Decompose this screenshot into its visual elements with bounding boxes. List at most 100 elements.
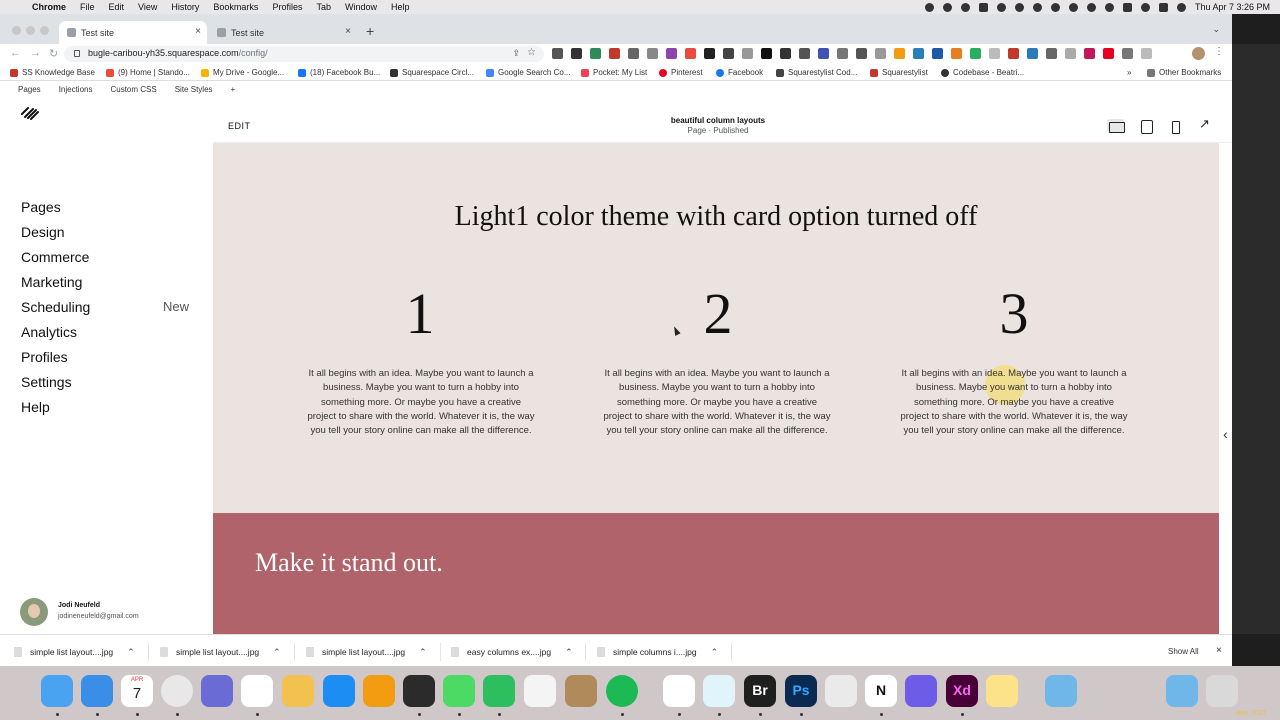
chrome-icon[interactable] bbox=[161, 675, 193, 707]
show-all-button[interactable]: Show All bbox=[1168, 647, 1199, 656]
add-link-icon[interactable]: + bbox=[231, 85, 236, 94]
minimize-window-button[interactable] bbox=[26, 26, 35, 35]
user-icon[interactable] bbox=[1086, 2, 1096, 12]
extension-icon[interactable] bbox=[552, 48, 563, 59]
paint-extension-icon[interactable] bbox=[609, 48, 620, 59]
text-extension-icon[interactable] bbox=[723, 48, 734, 59]
user-name[interactable]: Jodi Neufeld bbox=[58, 602, 100, 609]
sidebar-item-settings[interactable]: Settings bbox=[21, 374, 72, 390]
new-tab-button[interactable]: + bbox=[366, 23, 374, 39]
sidebar-item-commerce[interactable]: Commerce bbox=[21, 249, 89, 265]
bbedit-icon[interactable] bbox=[905, 675, 937, 707]
kebab-menu-icon[interactable]: ⋮ bbox=[1214, 46, 1224, 57]
menu-help[interactable]: Help bbox=[391, 2, 410, 12]
password-icon[interactable] bbox=[996, 2, 1006, 12]
bookmark-star-icon[interactable]: ☆ bbox=[527, 47, 536, 58]
blue-extension-icon[interactable] bbox=[1027, 48, 1038, 59]
eye-extension-icon[interactable] bbox=[875, 48, 886, 59]
bookmark-item[interactable]: Squarestylist Cod... bbox=[776, 68, 857, 77]
webflow-icon[interactable] bbox=[703, 675, 735, 707]
desktop-view-button[interactable] bbox=[1107, 119, 1125, 133]
calendar-icon[interactable]: APR 7 bbox=[121, 675, 153, 707]
wifi-icon[interactable] bbox=[1068, 2, 1078, 12]
help-icon[interactable] bbox=[1085, 675, 1117, 707]
top-link-site-styles[interactable]: Site Styles bbox=[175, 85, 213, 94]
launchpad-icon[interactable] bbox=[201, 675, 233, 707]
close-icon[interactable]: × bbox=[1216, 645, 1222, 656]
siri-icon[interactable] bbox=[1176, 2, 1186, 12]
clock-icon[interactable] bbox=[1104, 2, 1114, 12]
column-text-3[interactable]: It all begins with an idea. Maybe you wa… bbox=[899, 367, 1129, 438]
address-bar[interactable]: bugle-caribou-yh35.squarespace.com/confi… bbox=[64, 46, 544, 62]
section-heading[interactable]: Light1 color theme with card option turn… bbox=[213, 201, 1219, 233]
clipboard-icon[interactable] bbox=[978, 2, 988, 12]
notes-pen-icon[interactable] bbox=[524, 675, 556, 707]
open-site-arrow-icon[interactable]: ↗ bbox=[1199, 116, 1217, 131]
chevron-left-icon[interactable]: ‹ bbox=[1219, 426, 1232, 450]
close-tab-icon[interactable]: × bbox=[345, 26, 351, 37]
sidebar-item-profiles[interactable]: Profiles bbox=[21, 349, 68, 365]
function-extension-icon[interactable] bbox=[628, 48, 639, 59]
bookmark-item[interactable]: Facebook bbox=[716, 68, 763, 77]
bookmark-item[interactable]: Pocket: My List bbox=[581, 68, 647, 77]
notes-icon[interactable] bbox=[986, 675, 1018, 707]
messages-icon[interactable] bbox=[443, 675, 475, 707]
ruler-extension-icon[interactable] bbox=[742, 48, 753, 59]
applications-folder-icon[interactable] bbox=[1045, 675, 1077, 707]
downloads-folder-icon[interactable] bbox=[1166, 675, 1198, 707]
share-icon[interactable]: ⇪ bbox=[512, 48, 520, 59]
color-extension-icon[interactable] bbox=[666, 48, 677, 59]
t-extension-icon[interactable] bbox=[913, 48, 924, 59]
bridge-icon[interactable]: Br bbox=[744, 675, 776, 707]
square-extension-icon[interactable] bbox=[932, 48, 943, 59]
extensions-puzzle-icon[interactable] bbox=[1122, 48, 1133, 59]
bookmark-item[interactable]: SS Knowledge Base bbox=[10, 68, 95, 77]
moon-icon[interactable] bbox=[1032, 2, 1042, 12]
pages-icon[interactable] bbox=[363, 675, 395, 707]
top-link-custom-css[interactable]: Custom CSS bbox=[110, 85, 156, 94]
n-blue-extension-icon[interactable] bbox=[818, 48, 829, 59]
contacts-icon[interactable] bbox=[565, 675, 597, 707]
lock-icon[interactable] bbox=[74, 50, 80, 57]
bookmark-item[interactable]: Pinterest bbox=[659, 68, 703, 77]
crop-extension-icon[interactable] bbox=[856, 48, 867, 59]
control-center-icon[interactable] bbox=[1158, 2, 1168, 12]
column-number-3[interactable]: 3 bbox=[904, 280, 1124, 347]
chevron-up-icon[interactable]: ⌃ bbox=[419, 647, 427, 658]
finder-icon[interactable] bbox=[41, 675, 73, 707]
other-bookmarks[interactable]: Other Bookmarks bbox=[1147, 68, 1221, 77]
zip-icon[interactable] bbox=[1126, 675, 1158, 707]
orange-extension-icon[interactable] bbox=[951, 48, 962, 59]
menu-window[interactable]: Window bbox=[345, 2, 377, 12]
badge-extension-icon[interactable] bbox=[1084, 48, 1095, 59]
download-item[interactable]: simple list layout....jpg ⌃ bbox=[306, 644, 427, 660]
slack-icon[interactable] bbox=[241, 675, 273, 707]
bookmark-item[interactable]: (18) Facebook Bu... bbox=[298, 68, 380, 77]
sidebar-icon[interactable] bbox=[1141, 48, 1152, 59]
photoshop-icon[interactable]: Ps bbox=[785, 675, 817, 707]
top-link-pages[interactable]: Pages bbox=[18, 85, 41, 94]
tab-search-chevron-icon[interactable]: ⌄ bbox=[1212, 24, 1220, 35]
menu-file[interactable]: File bbox=[80, 2, 95, 12]
info-extension-icon[interactable] bbox=[647, 48, 658, 59]
zoom-window-button[interactable] bbox=[40, 26, 49, 35]
tab-test-site-active[interactable]: Test site × bbox=[59, 21, 207, 44]
wordpress-extension-icon[interactable] bbox=[704, 48, 715, 59]
column-number-2[interactable]: 2 bbox=[608, 280, 828, 347]
menu-tab[interactable]: Tab bbox=[316, 2, 331, 12]
onepassword-icon[interactable] bbox=[825, 675, 857, 707]
spotify-icon[interactable] bbox=[606, 675, 638, 707]
search-icon[interactable] bbox=[1140, 2, 1150, 12]
grey-extension-icon[interactable] bbox=[989, 48, 1000, 59]
bookmark-item[interactable]: Google Search Co... bbox=[486, 68, 570, 77]
creative-cloud-icon[interactable] bbox=[924, 2, 934, 12]
back-button[interactable]: ← bbox=[10, 47, 21, 59]
box-extension-icon[interactable] bbox=[894, 48, 905, 59]
sidebar-item-marketing[interactable]: Marketing bbox=[21, 274, 82, 290]
download-item[interactable]: easy columns ex....jpg ⌃ bbox=[451, 644, 573, 660]
menu-history[interactable]: History bbox=[171, 2, 199, 12]
puzzle-extension-icon[interactable] bbox=[837, 48, 848, 59]
chevron-up-icon[interactable]: ⌃ bbox=[711, 647, 719, 658]
squarespace-logo-icon[interactable] bbox=[20, 106, 40, 120]
download-item[interactable]: simple list layout....jpg ⌃ bbox=[160, 644, 281, 660]
